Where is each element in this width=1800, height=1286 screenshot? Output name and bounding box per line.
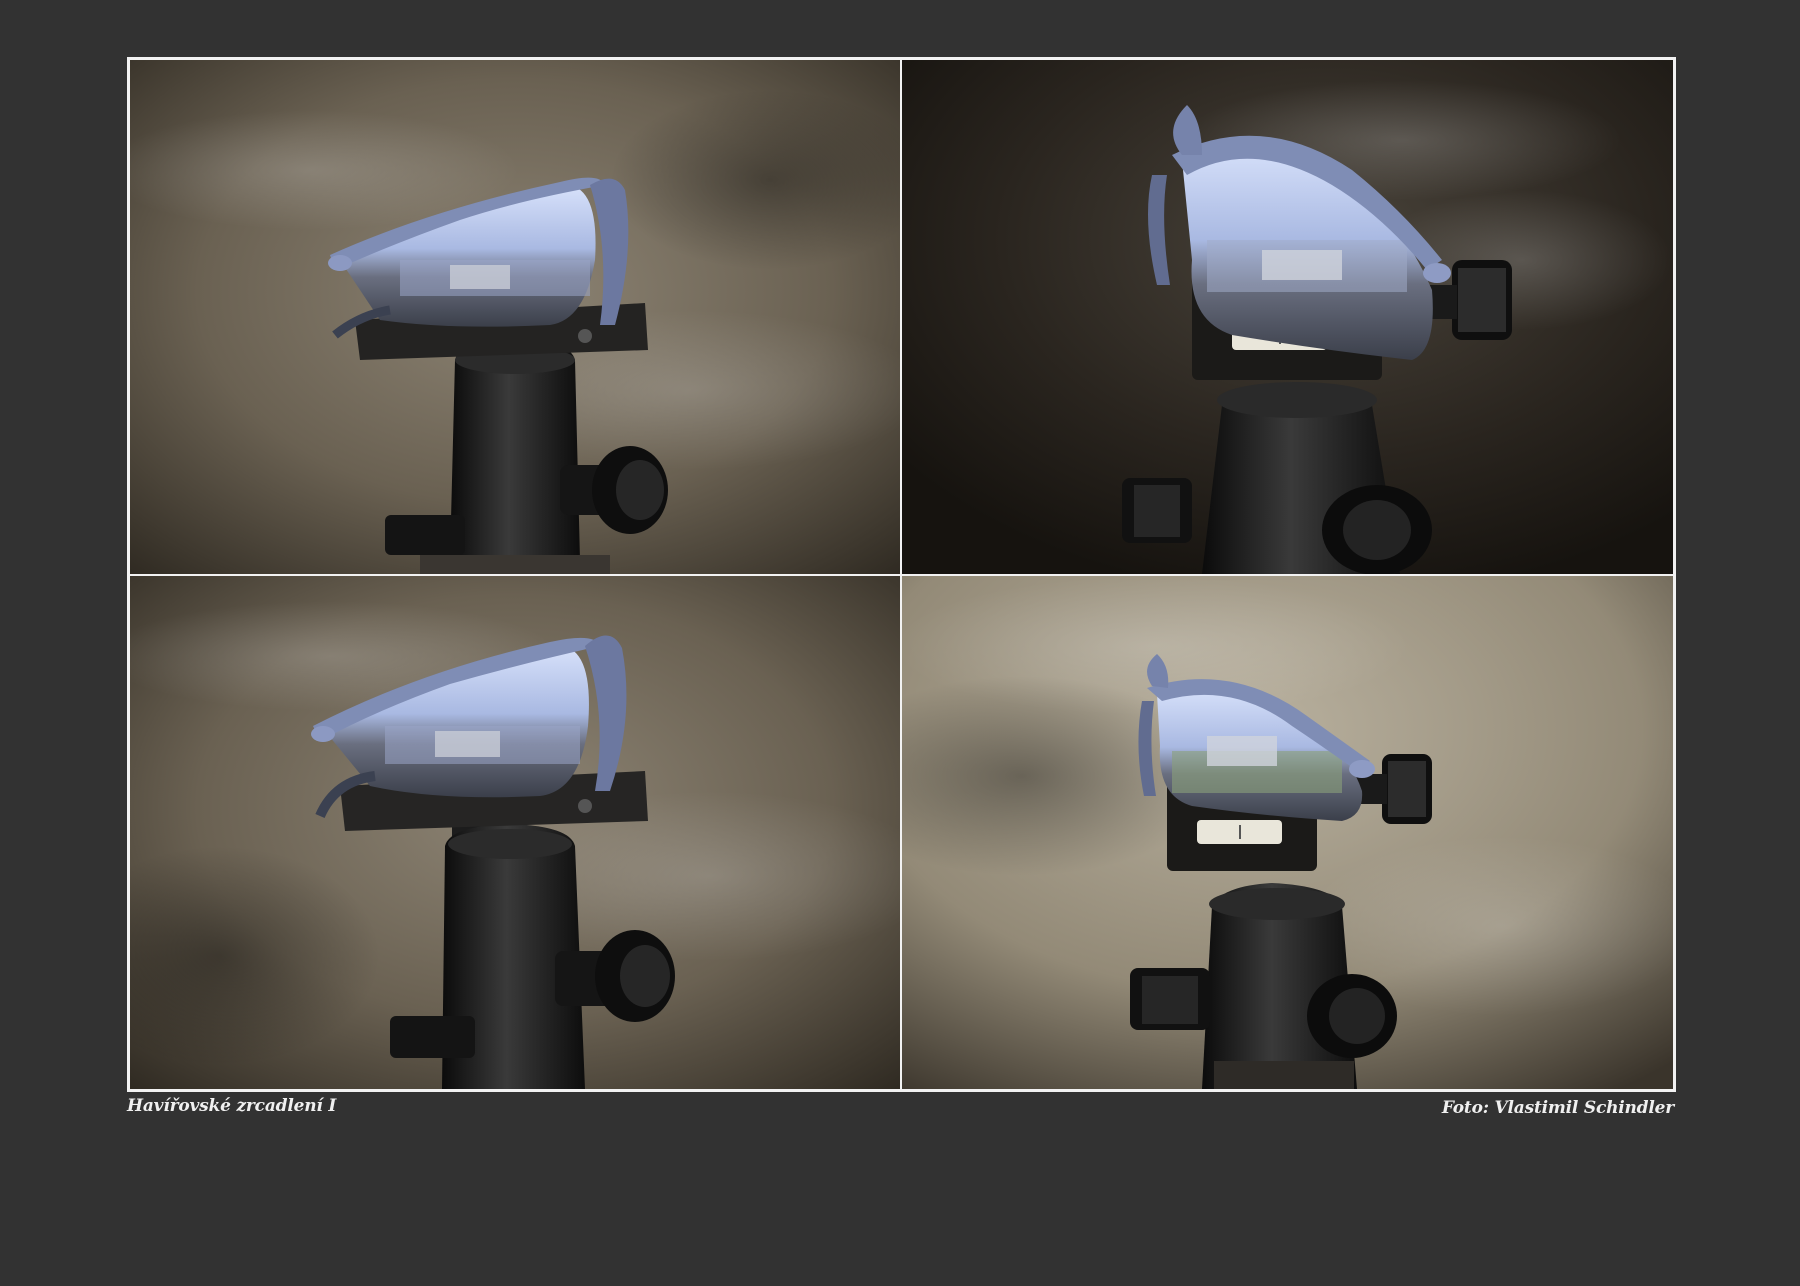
photo-credit: Foto: Vlastimil Schindler — [1441, 1098, 1674, 1118]
photo-top-left — [130, 60, 900, 574]
photo-bottom-right — [902, 576, 1673, 1089]
collage-title: Havířovské zrcadlení I — [127, 1096, 337, 1116]
photo-bottom-left — [130, 576, 900, 1089]
photo-top-right — [902, 60, 1673, 574]
photo-collage-frame — [127, 57, 1676, 1092]
